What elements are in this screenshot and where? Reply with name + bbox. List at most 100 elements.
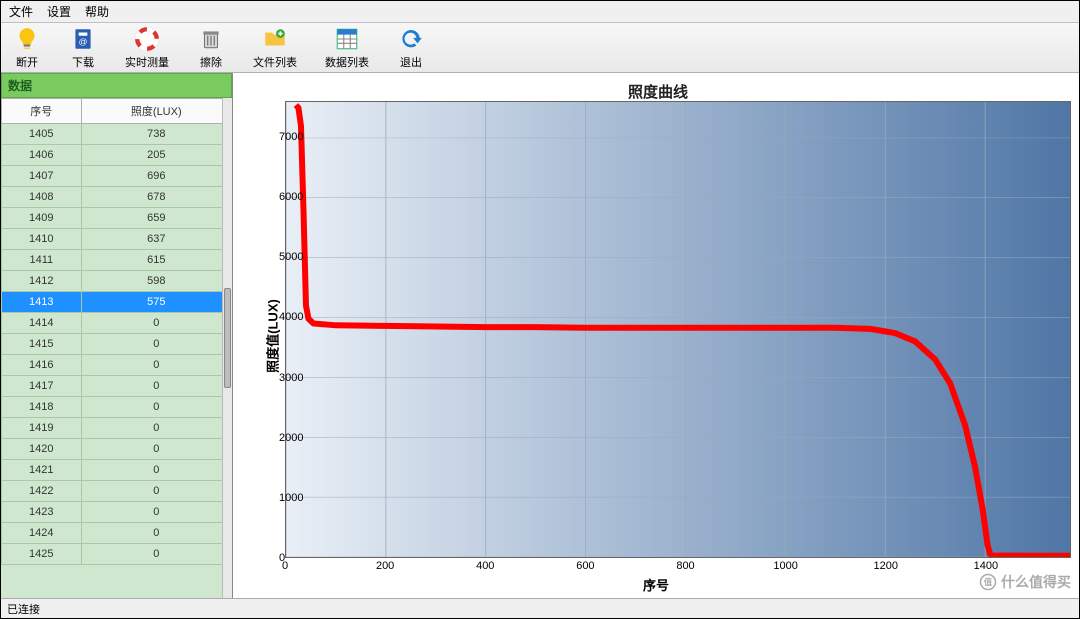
cell-seq: 1420 [2,439,82,460]
toolbar-label: 退出 [400,54,422,70]
content-area: 数据 序号 照度(LUX) 14057381406205140769614086… [1,73,1079,598]
clear-button[interactable]: 擦除 [197,25,225,70]
table-row[interactable]: 14240 [2,523,232,544]
back-icon [397,25,425,53]
toolbar-label: 文件列表 [253,54,297,70]
cell-seq: 1424 [2,523,82,544]
book-icon: @ [69,25,97,53]
table-row[interactable]: 14140 [2,313,232,334]
cell-seq: 1406 [2,145,82,166]
cell-lux: 0 [81,523,231,544]
toolbar-label: 擦除 [200,54,222,70]
x-tick-label: 800 [676,560,694,574]
cell-seq: 1414 [2,313,82,334]
table-row[interactable]: 1406205 [2,145,232,166]
col-header-lux[interactable]: 照度(LUX) [81,99,231,124]
svg-text:@: @ [79,36,88,46]
x-tick-label: 0 [282,560,288,574]
cell-lux: 637 [81,229,231,250]
cell-seq: 1407 [2,166,82,187]
cell-lux: 598 [81,271,231,292]
grid-icon [333,25,361,53]
cell-seq: 1410 [2,229,82,250]
download-button[interactable]: @ 下载 [69,25,97,70]
cell-seq: 1409 [2,208,82,229]
table-row[interactable]: 14160 [2,355,232,376]
y-tick-label: 5000 [279,251,281,263]
data-panel: 数据 序号 照度(LUX) 14057381406205140769614086… [1,73,233,598]
cell-seq: 1422 [2,481,82,502]
table-row[interactable]: 1413575 [2,292,232,313]
cell-lux: 0 [81,355,231,376]
cell-seq: 1418 [2,397,82,418]
table-row[interactable]: 1410637 [2,229,232,250]
cell-seq: 1423 [2,502,82,523]
cell-lux: 0 [81,502,231,523]
table-row[interactable]: 14220 [2,481,232,502]
bulb-icon [13,25,41,53]
toolbar-label: 下载 [72,54,94,70]
data-table-wrap[interactable]: 序号 照度(LUX) 14057381406205140769614086781… [1,98,232,598]
data-table: 序号 照度(LUX) 14057381406205140769614086781… [1,98,232,565]
filelist-button[interactable]: 文件列表 [253,25,297,70]
table-row[interactable]: 14190 [2,418,232,439]
table-row[interactable]: 14250 [2,544,232,565]
cell-lux: 575 [81,292,231,313]
cell-lux: 678 [81,187,231,208]
y-tick-label: 7000 [279,131,281,143]
watermark: 值 什么值得买 [979,572,1071,592]
datalist-button[interactable]: 数据列表 [325,25,369,70]
col-header-seq[interactable]: 序号 [2,99,82,124]
table-row[interactable]: 14200 [2,439,232,460]
menu-settings[interactable]: 设置 [47,3,71,20]
toolbar-label: 实时测量 [125,54,169,70]
chart-plot [285,101,1071,558]
chart-body[interactable]: 0100020003000400050006000700002004006008… [285,101,1071,558]
cell-lux: 0 [81,313,231,334]
chart-ylabel: 照度值(LUX) [262,299,281,373]
realtime-button[interactable]: 实时测量 [125,25,169,70]
table-row[interactable]: 14180 [2,397,232,418]
table-row[interactable]: 1408678 [2,187,232,208]
x-tick-label: 400 [476,560,494,574]
x-tick-label: 600 [576,560,594,574]
cell-lux: 615 [81,250,231,271]
y-tick-label: 3000 [279,372,281,384]
cell-lux: 738 [81,124,231,145]
x-tick-label: 1000 [773,560,797,574]
menu-file[interactable]: 文件 [9,3,33,20]
data-panel-title: 数据 [1,73,232,98]
vertical-scrollbar[interactable] [222,98,232,598]
toolbar-label: 断开 [16,54,38,70]
table-row[interactable]: 14150 [2,334,232,355]
folder-icon [261,25,289,53]
table-row[interactable]: 14210 [2,460,232,481]
scrollbar-thumb[interactable] [224,288,231,388]
cell-seq: 1413 [2,292,82,313]
table-row[interactable]: 14230 [2,502,232,523]
cell-seq: 1416 [2,355,82,376]
y-tick-label: 1000 [279,492,281,504]
cell-seq: 1419 [2,418,82,439]
cell-lux: 0 [81,376,231,397]
y-tick-label: 2000 [279,432,281,444]
chart-xlabel: 序号 [233,575,1079,594]
table-row[interactable]: 14170 [2,376,232,397]
table-row[interactable]: 1411615 [2,250,232,271]
cell-lux: 659 [81,208,231,229]
cell-lux: 0 [81,481,231,502]
statusbar: 已连接 [1,598,1079,618]
cell-lux: 0 [81,460,231,481]
x-tick-label: 1200 [874,560,898,574]
cell-lux: 0 [81,334,231,355]
disconnect-button[interactable]: 断开 [13,25,41,70]
table-row[interactable]: 1407696 [2,166,232,187]
cell-lux: 205 [81,145,231,166]
table-row[interactable]: 1412598 [2,271,232,292]
table-row[interactable]: 1405738 [2,124,232,145]
exit-button[interactable]: 退出 [397,25,425,70]
cell-seq: 1415 [2,334,82,355]
cell-seq: 1411 [2,250,82,271]
table-row[interactable]: 1409659 [2,208,232,229]
menu-help[interactable]: 帮助 [85,3,109,20]
